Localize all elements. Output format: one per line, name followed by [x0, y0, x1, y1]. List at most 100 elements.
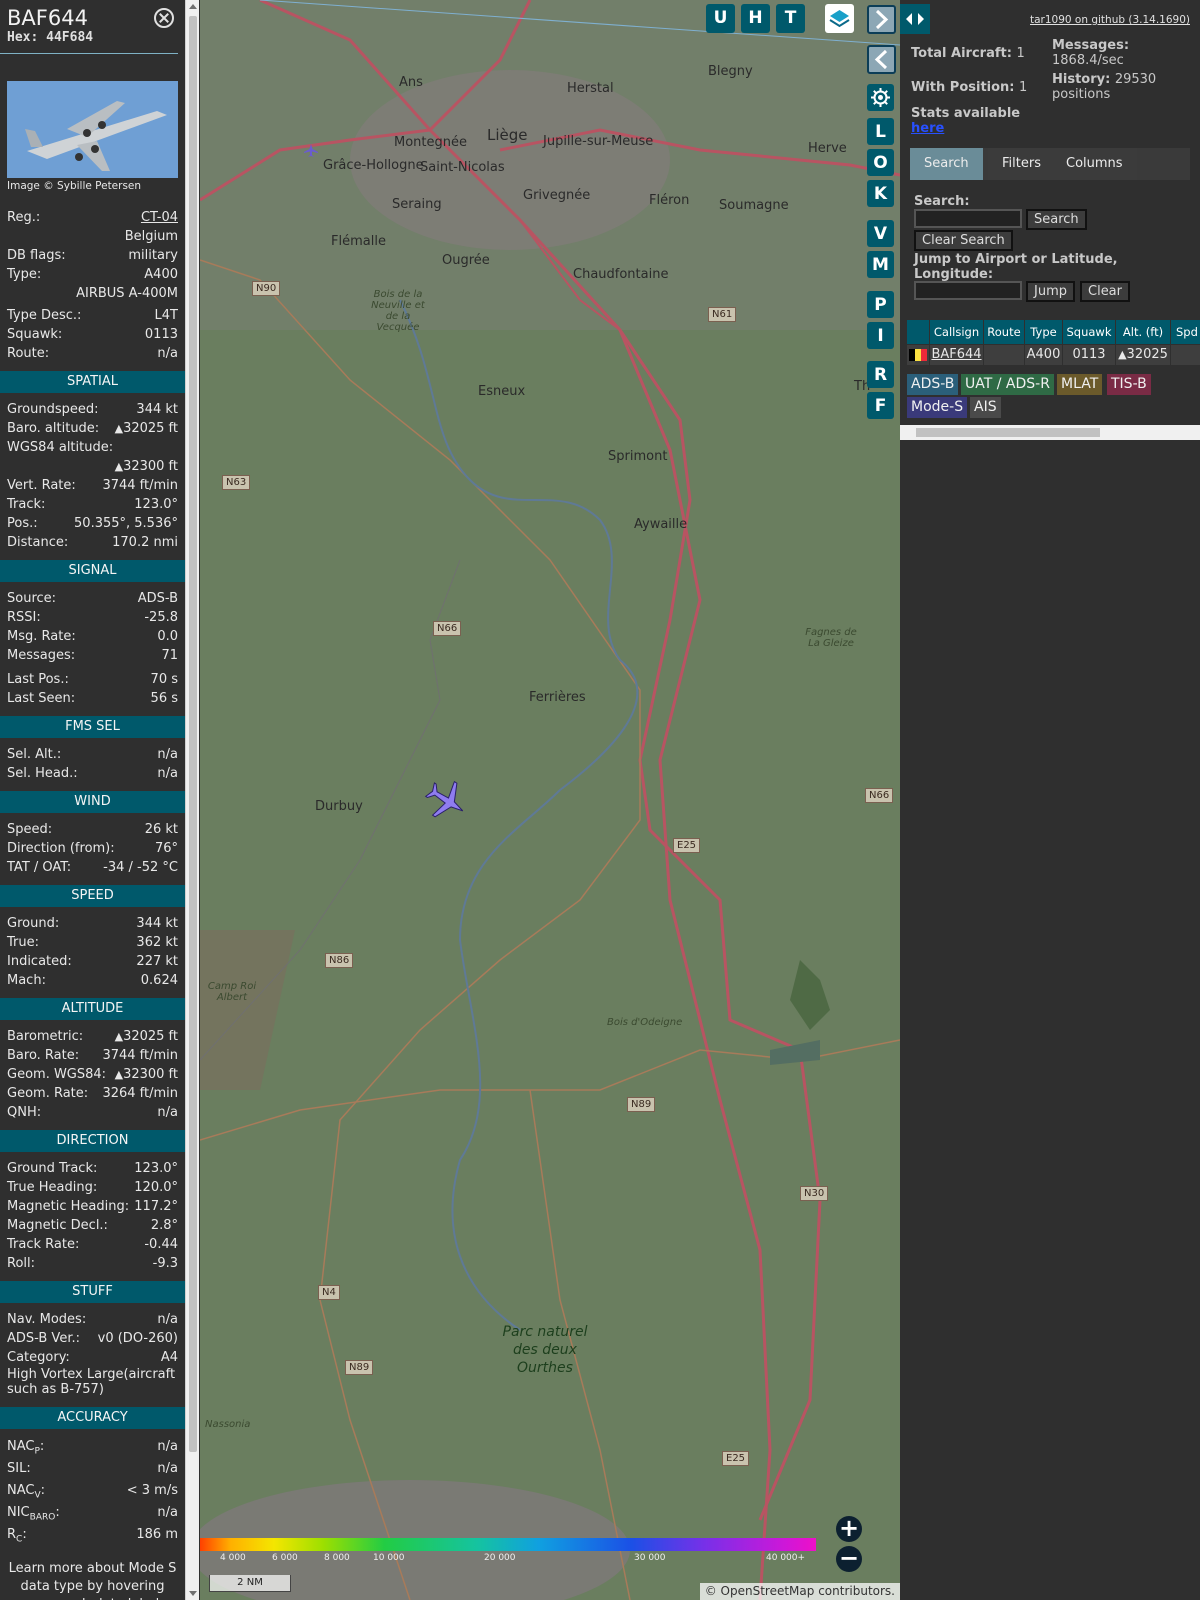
- col-route-header[interactable]: Route: [984, 320, 1024, 344]
- expand-arrows-icon: [906, 13, 924, 25]
- nacv-row: NACV: < 3 m/s: [0, 1480, 185, 1502]
- barometric-label: Barometric:: [7, 1029, 84, 1044]
- layers-button[interactable]: [825, 4, 854, 33]
- jump-button[interactable]: Jump: [1026, 281, 1075, 302]
- geom-rate-value: 3264 ft/min: [102, 1086, 178, 1101]
- sidebar-tabs: Search Filters Columns: [910, 148, 1190, 180]
- pos-label: Pos.:: [7, 516, 38, 531]
- row-route-cell[interactable]: [984, 345, 1024, 365]
- hscroll-thumb[interactable]: [916, 428, 1100, 437]
- reg-link[interactable]: CT-04: [141, 208, 178, 227]
- chevron-right-icon: [875, 9, 889, 30]
- flag-cell[interactable]: [907, 345, 929, 365]
- nacv-value: < 3 m/s: [126, 1483, 178, 1498]
- next-arrow-button[interactable]: [867, 5, 896, 34]
- mach-label: Mach:: [7, 973, 46, 988]
- search-input[interactable]: [914, 209, 1022, 228]
- msgrate-row: Msg. Rate: 0.0: [0, 627, 185, 646]
- photo-credit: Image © Sybille Petersen: [7, 180, 142, 192]
- col-squawk-header[interactable]: Squawk: [1063, 320, 1115, 344]
- clear-search-button[interactable]: Clear Search: [914, 230, 1013, 251]
- map-attribution: © OpenStreetMap contributors.: [699, 1583, 900, 1600]
- category-value: A4: [160, 1350, 178, 1365]
- baro-rate-label: Baro. Rate:: [7, 1048, 80, 1063]
- row-callsign-cell[interactable]: BAF644: [930, 345, 983, 365]
- groundspeed-label: Groundspeed:: [7, 402, 99, 417]
- prev-arrow-button[interactable]: [867, 45, 896, 74]
- scroll-up-icon[interactable]: [189, 4, 197, 9]
- barometric-row: Barometric: ▲32025 ft: [0, 1027, 185, 1046]
- climb-arrow-icon: ▲: [1118, 348, 1127, 361]
- groundspeed-value: 344 kt: [136, 402, 178, 417]
- aircraft-photo[interactable]: [7, 81, 178, 178]
- button-h[interactable]: H: [741, 4, 770, 33]
- button-i[interactable]: I: [867, 322, 894, 349]
- row-squawk-cell[interactable]: 0113: [1063, 345, 1115, 365]
- scroll-down-icon[interactable]: [189, 1591, 197, 1596]
- button-r[interactable]: R: [867, 361, 894, 388]
- attribution-suffix: contributors.: [814, 1584, 895, 1598]
- row-spd-cell[interactable]: [1171, 345, 1200, 365]
- vert-rate-label: Vert. Rate:: [7, 478, 76, 493]
- geom-rate-label: Geom. Rate:: [7, 1086, 89, 1101]
- button-f[interactable]: F: [867, 392, 894, 419]
- col-callsign-header[interactable]: Callsign: [930, 320, 983, 344]
- github-link[interactable]: tar1090 on github (3.14.1690): [1030, 14, 1190, 26]
- track-rate-label: Track Rate:: [7, 1237, 80, 1252]
- button-l[interactable]: L: [867, 118, 894, 145]
- qnh-row: QNH: n/a: [0, 1103, 185, 1122]
- row-alt-cell[interactable]: ▲32025: [1116, 345, 1170, 365]
- table-horizontal-scrollbar[interactable]: [900, 425, 1200, 440]
- history-label: History:: [1052, 72, 1111, 87]
- tab-filters[interactable]: Filters: [988, 148, 1055, 180]
- baro-alt-value: 32025 ft: [123, 421, 178, 436]
- chevron-left-icon: [874, 49, 888, 70]
- col-type-header[interactable]: Type: [1025, 320, 1062, 344]
- col-alt-header[interactable]: Alt. (ft): [1116, 320, 1170, 344]
- total-aircraft-stat: Total Aircraft: 1: [911, 46, 1025, 61]
- row-type-cell[interactable]: A400: [1025, 345, 1062, 365]
- map-canvas[interactable]: Liège Herstal Blegny Ans Montegnée Grâce…: [200, 0, 900, 1600]
- jump-input[interactable]: [914, 281, 1022, 300]
- settings-button[interactable]: [867, 84, 894, 111]
- info-panel-scrollbar[interactable]: [185, 0, 199, 1600]
- zoom-out-button[interactable]: −: [836, 1546, 862, 1572]
- sidebar-toggle-button[interactable]: [900, 4, 930, 34]
- msgrate-value: 0.0: [157, 629, 178, 644]
- scrollbar-thumb[interactable]: [189, 16, 197, 1452]
- sidebar-panel: tar1090 on github (3.14.1690) Total Airc…: [900, 0, 1200, 1600]
- close-icon[interactable]: [154, 8, 174, 28]
- tab-search[interactable]: Search: [910, 148, 983, 180]
- button-p[interactable]: P: [867, 291, 894, 318]
- messages-label: Messages:: [1052, 38, 1130, 53]
- category-desc: High Vortex Large(aircraft such as B-757…: [7, 1367, 176, 1397]
- map-label-seraing: Seraing: [392, 197, 442, 212]
- stats-link[interactable]: here: [911, 121, 944, 136]
- route-row: Route: n/a: [0, 344, 185, 363]
- roll-row: Roll: -9.3: [0, 1254, 185, 1273]
- road-shield-n89-south: N89: [345, 1360, 374, 1375]
- col-spd-header[interactable]: Spd: [1171, 320, 1200, 344]
- section-spatial: SPATIAL: [0, 371, 185, 393]
- mag-decl-row: Magnetic Decl.: 2.8°: [0, 1216, 185, 1235]
- zoom-in-button[interactable]: +: [836, 1516, 862, 1542]
- clear-button[interactable]: Clear: [1080, 281, 1130, 302]
- button-t[interactable]: T: [776, 4, 805, 33]
- chip-ais: AIS: [970, 397, 1001, 418]
- typedesc-row: Type Desc.: L4T: [0, 306, 185, 325]
- button-o[interactable]: O: [867, 149, 894, 176]
- button-m[interactable]: M: [867, 251, 894, 278]
- baro-rate-value: 3744 ft/min: [102, 1048, 178, 1063]
- section-stuff: STUFF: [0, 1281, 185, 1303]
- button-v[interactable]: V: [867, 220, 894, 247]
- wind-speed-value: 26 kt: [144, 822, 178, 837]
- button-k[interactable]: K: [867, 180, 894, 207]
- osm-link[interactable]: OpenStreetMap: [721, 1584, 815, 1598]
- button-u[interactable]: U: [706, 4, 735, 33]
- map-scale: 2 NM: [209, 1575, 291, 1592]
- rssi-label: RSSI:: [7, 610, 41, 625]
- aircraft-marker-icon[interactable]: [424, 778, 468, 822]
- search-button[interactable]: Search: [1026, 209, 1087, 230]
- tab-columns[interactable]: Columns: [1052, 148, 1137, 180]
- other-aircraft-icon[interactable]: [304, 144, 318, 158]
